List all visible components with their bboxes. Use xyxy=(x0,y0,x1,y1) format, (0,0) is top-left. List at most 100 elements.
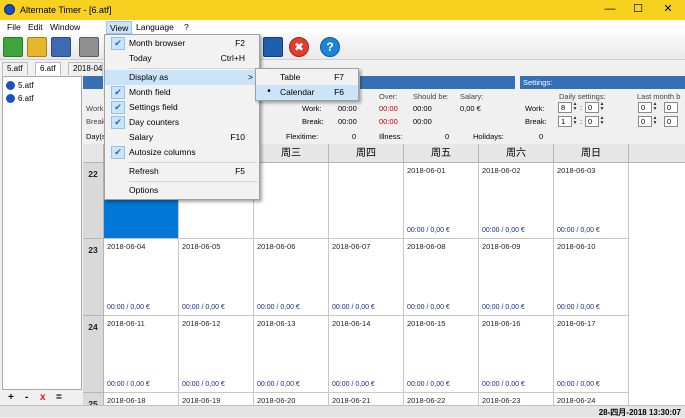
day-total: 00:00 / 0,00 € xyxy=(557,304,600,311)
new-file-icon[interactable] xyxy=(3,37,23,57)
spinner-arrows-icon[interactable]: ▲ ▼ xyxy=(652,102,658,113)
calendar-day[interactable]: 2018-06-12 00:00 / 0,00 € xyxy=(179,316,254,393)
edit-icon[interactable] xyxy=(263,37,283,57)
last-month-break-min-spinner[interactable]: 0 xyxy=(664,116,678,127)
calendar-day[interactable]: 2018-06-06 00:00 / 0,00 € xyxy=(254,239,329,316)
calendar-day[interactable]: 2018-06-05 00:00 / 0,00 € xyxy=(179,239,254,316)
work-hours-spinner[interactable]: 8 xyxy=(558,102,572,113)
tree-item-5-atf[interactable]: 5.atf xyxy=(6,80,34,91)
work-label: Work: xyxy=(302,104,322,113)
salary-header: Salary: xyxy=(460,92,484,101)
delete-icon[interactable]: ✖ xyxy=(289,37,309,57)
menu-window[interactable]: Window xyxy=(47,21,83,34)
menu-item-today[interactable]: Today Ctrl+H xyxy=(105,51,259,66)
calendar-day[interactable]: 2018-06-08 00:00 / 0,00 € xyxy=(404,239,479,316)
file-globe-icon xyxy=(6,81,15,90)
tab-month[interactable]: 2018-04 xyxy=(68,62,103,75)
tab-5-atf[interactable]: 5.atf xyxy=(2,62,28,75)
calendar-day[interactable]: 2018-06-17 00:00 / 0,00 € xyxy=(554,316,629,393)
check-icon: ✔ xyxy=(111,37,125,50)
work-over: 00:00 xyxy=(379,104,398,113)
break-label-left: Break xyxy=(86,117,106,126)
spinner-arrows-icon[interactable]: ▲ ▼ xyxy=(572,116,578,127)
calendar-day[interactable]: 2018-06-01 00:00 / 0,00 € xyxy=(404,163,479,239)
day-total: 00:00 / 0,00 € xyxy=(107,381,150,388)
menu-item-options[interactable]: Options xyxy=(105,183,259,198)
calendar-day[interactable]: 2018-06-10 00:00 / 0,00 € xyxy=(554,239,629,316)
calendar-day[interactable] xyxy=(329,163,404,239)
title-bar: Alternate Timer - [6.atf] — ☐ ✕ xyxy=(0,0,685,20)
menu-edit[interactable]: Edit xyxy=(25,21,46,34)
calendar-day[interactable]: 2018-06-13 00:00 / 0,00 € xyxy=(254,316,329,393)
help-icon[interactable]: ? xyxy=(320,37,340,57)
status-datetime: 28-四月-2018 13:30:07 xyxy=(598,408,681,417)
calendar-day[interactable]: 2018-06-14 00:00 / 0,00 € xyxy=(329,316,404,393)
maximize-button[interactable]: ☐ xyxy=(623,0,653,20)
delete-button[interactable]: x xyxy=(40,392,46,404)
day-date: 2018-06-13 xyxy=(257,319,296,328)
calendar-day[interactable] xyxy=(254,163,329,239)
menu-item-salary[interactable]: Salary F10 xyxy=(105,130,259,145)
break-minutes-spinner[interactable]: 0 xyxy=(585,116,599,127)
menu-item-month-browser[interactable]: ✔ Month browser F2 xyxy=(105,36,259,51)
day-date: 2018-06-06 xyxy=(257,242,296,251)
last-month-minutes-spinner[interactable]: 0 xyxy=(664,102,678,113)
menu-help[interactable]: ? xyxy=(181,21,192,34)
menu-item-month-field[interactable]: ✔ Month field xyxy=(105,85,259,100)
add-button[interactable]: + xyxy=(8,392,14,404)
menu-item-display-as[interactable]: Display as > xyxy=(105,70,259,85)
day-total: 00:00 / 0,00 € xyxy=(407,304,450,311)
open-folder-icon[interactable] xyxy=(27,37,47,57)
calendar-day[interactable]: 2018-06-04 00:00 / 0,00 € xyxy=(104,239,179,316)
calendar-day[interactable]: 2018-06-11 00:00 / 0,00 € xyxy=(104,316,179,393)
submenu-item-table[interactable]: Table F7 xyxy=(256,70,358,85)
holidays-value: 0 xyxy=(539,132,544,141)
day-date: 2018-06-02 xyxy=(482,166,521,175)
illness-value: 0 xyxy=(445,132,450,141)
spinner-arrows-icon[interactable]: ▲ ▼ xyxy=(572,102,578,113)
file-globe-icon xyxy=(6,94,15,103)
tree-item-6-atf[interactable]: 6.atf xyxy=(6,93,34,104)
calendar-day[interactable]: 2018-06-07 00:00 / 0,00 € xyxy=(329,239,404,316)
spinner-arrows-icon[interactable]: ▲ ▼ xyxy=(599,102,605,113)
menu-separator xyxy=(129,162,257,163)
menu-item-autosize-columns[interactable]: ✔ Autosize columns xyxy=(105,145,259,160)
last-month-break-spinner[interactable]: 0 xyxy=(638,116,652,127)
day-date: 2018-06-16 xyxy=(482,319,521,328)
work-minutes-spinner[interactable]: 0 xyxy=(585,102,599,113)
day-date: 2018-06-14 xyxy=(332,319,371,328)
tab-6-atf[interactable]: 6.atf xyxy=(35,62,61,75)
remove-button[interactable]: - xyxy=(25,392,28,404)
menu-view[interactable]: View xyxy=(106,21,133,34)
calendar-day[interactable]: 2018-06-16 00:00 / 0,00 € xyxy=(479,316,554,393)
display-as-submenu: Table F7 • Calendar F6 xyxy=(255,68,359,101)
month-strip xyxy=(83,76,103,89)
day-total: 00:00 / 0,00 € xyxy=(482,227,525,234)
view-menu: ✔ Month browser F2 Today Ctrl+H Display as >… xyxy=(104,34,260,200)
break-hours-spinner[interactable]: 1 xyxy=(558,116,572,127)
calendar-day[interactable]: 2018-06-03 00:00 / 0,00 € xyxy=(554,163,629,239)
menu-item-day-counters[interactable]: ✔ Day counters xyxy=(105,115,259,130)
calendar-day[interactable]: 2018-06-09 00:00 / 0,00 € xyxy=(479,239,554,316)
minimize-button[interactable]: — xyxy=(595,0,625,20)
holidays-label: Holidays: xyxy=(473,132,504,141)
calendar-day[interactable]: 2018-06-02 00:00 / 0,00 € xyxy=(479,163,554,239)
menu-item-refresh[interactable]: Refresh F5 xyxy=(105,164,259,179)
flexitime-label: Flexitime: xyxy=(286,132,319,141)
calendar-day[interactable]: 2018-06-15 00:00 / 0,00 € xyxy=(404,316,479,393)
menu-item-settings-field[interactable]: ✔ Settings field xyxy=(105,100,259,115)
spinner-arrows-icon[interactable]: ▲ ▼ xyxy=(652,116,658,127)
menu-file[interactable]: File xyxy=(4,21,24,34)
work-total: 00:00 xyxy=(338,104,357,113)
menu-language[interactable]: Language xyxy=(133,21,177,34)
equals-button[interactable]: = xyxy=(56,392,62,404)
day-header-sun: 周日 xyxy=(554,144,629,163)
last-month-hours-spinner[interactable]: 0 xyxy=(638,102,652,113)
save-icon[interactable] xyxy=(51,37,71,57)
close-button[interactable]: ✕ xyxy=(653,0,683,20)
day-total: 00:00 / 0,00 € xyxy=(182,304,225,311)
submenu-item-calendar[interactable]: • Calendar F6 xyxy=(256,85,358,100)
day-total: 00:00 / 0,00 € xyxy=(407,227,450,234)
print-icon[interactable] xyxy=(79,37,99,57)
spinner-arrows-icon[interactable]: ▲ ▼ xyxy=(599,116,605,127)
